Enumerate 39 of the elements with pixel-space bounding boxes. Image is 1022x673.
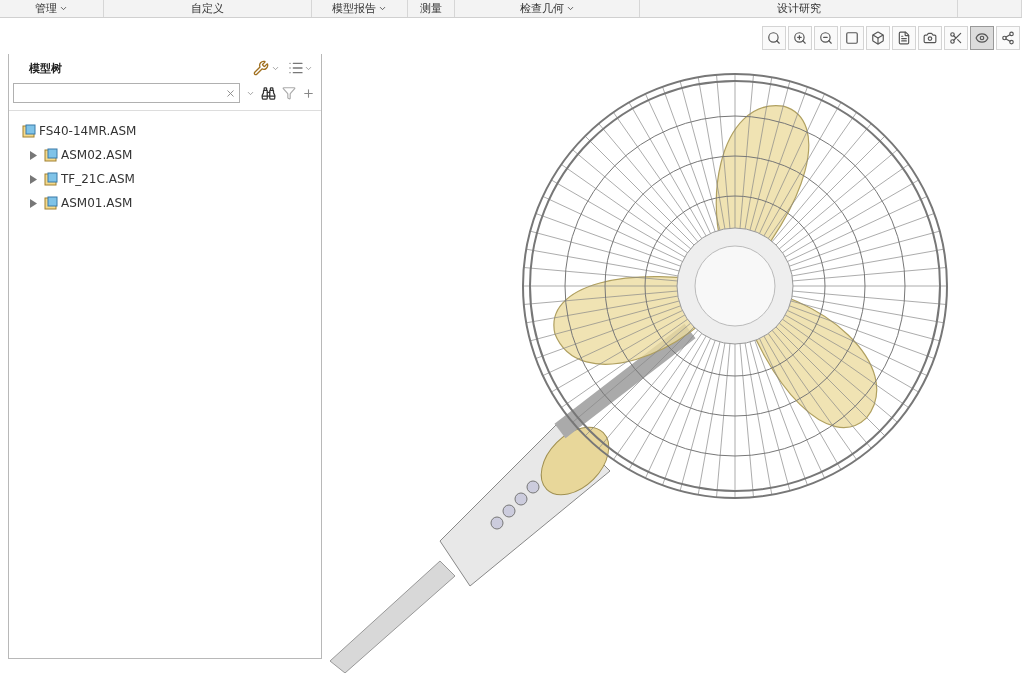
assembly-icon <box>44 196 58 210</box>
tree-item[interactable]: TF_21C.ASM <box>61 172 135 186</box>
expand-arrow-icon[interactable] <box>30 174 37 184</box>
wrench-icon[interactable] <box>253 60 269 76</box>
binoculars-icon[interactable] <box>261 85 276 101</box>
zoom-window-button[interactable] <box>762 26 786 50</box>
ribbon-group-label[interactable]: 管理 <box>0 0 104 17</box>
tree-item[interactable]: ASM01.ASM <box>61 196 133 210</box>
expand-arrow-icon[interactable] <box>30 198 37 208</box>
dropdown-caret-icon <box>59 4 68 13</box>
assembly-icon <box>44 148 58 162</box>
dropdown-caret-icon <box>378 4 387 13</box>
tree-item[interactable]: FS40-14MR.ASM <box>39 124 137 138</box>
cube-button[interactable] <box>866 26 890 50</box>
ribbon-group-label[interactable]: 设计研究 <box>640 0 958 17</box>
nodes-icon <box>1001 31 1015 45</box>
zoom-out-icon <box>819 31 833 45</box>
list-icon[interactable] <box>288 60 304 76</box>
ribbon-group-label[interactable]: 检查几何 <box>455 0 640 17</box>
zoom-window-icon <box>767 31 781 45</box>
zoom-out-button[interactable] <box>814 26 838 50</box>
ribbon-group-label[interactable]: 测量 <box>408 0 455 17</box>
expand-arrow-icon[interactable] <box>30 150 37 160</box>
plus-icon[interactable] <box>302 86 315 100</box>
nodes-button[interactable] <box>996 26 1020 50</box>
camera-icon <box>923 31 937 45</box>
assembly-icon <box>22 124 36 138</box>
search-field[interactable] <box>13 83 240 103</box>
cube-icon <box>871 31 885 45</box>
dropdown-caret-icon <box>565 4 575 13</box>
panel-title: 模型树 <box>29 60 63 76</box>
assembly-icon <box>44 172 58 186</box>
zoom-in-button[interactable] <box>788 26 812 50</box>
ribbon-group-label[interactable]: 自定义 <box>104 0 312 17</box>
camera-button[interactable] <box>918 26 942 50</box>
clear-icon[interactable] <box>225 87 236 99</box>
tree-item[interactable]: ASM02.ASM <box>61 148 133 162</box>
zoom-in-icon <box>793 31 807 45</box>
ribbon-group-label[interactable]: 模型报告 <box>312 0 408 17</box>
